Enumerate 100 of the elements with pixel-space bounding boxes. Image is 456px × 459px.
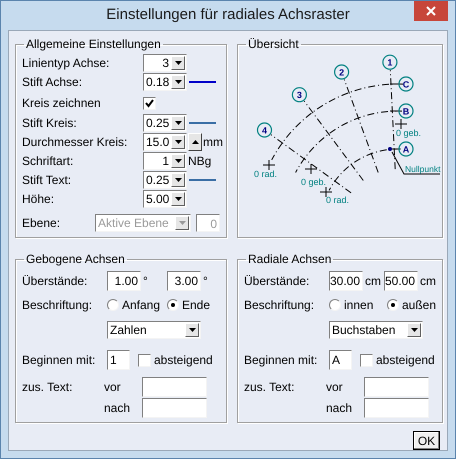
dimension-label: 0 geb.	[396, 128, 422, 138]
dropdown-arrow-icon	[174, 120, 182, 124]
field-label: Schriftart:	[22, 152, 74, 170]
field-label: vor	[326, 379, 344, 396]
unit-label: cm	[420, 273, 436, 290]
dropdown[interactable]: 0.25	[143, 170, 187, 188]
field-label: Linientyp Achse:	[22, 54, 110, 72]
dropdown-arrow-button[interactable]	[185, 323, 199, 337]
dropdown-arrow-icon	[174, 178, 182, 182]
dimension-label: 0 geb.	[301, 177, 326, 187]
group-title: Übersicht	[247, 36, 300, 53]
field-label: nach	[326, 400, 354, 417]
dropdown-arrow-icon	[174, 60, 182, 64]
dropdown-arrow-button[interactable]	[171, 172, 185, 186]
field-label: zus. Text:	[22, 379, 74, 396]
checkbox-option[interactable]: absteigend	[360, 351, 435, 369]
dropdown-arrow-icon	[174, 158, 182, 162]
leader-line	[392, 152, 440, 174]
field-label: Kreis zeichnen	[22, 95, 102, 112]
origin-label: Nullpunkt	[405, 164, 440, 174]
text-field[interactable]	[142, 398, 207, 418]
dropdown-arrow-button[interactable]	[171, 154, 185, 168]
unit-label: cm	[365, 273, 382, 290]
input-field[interactable]: 1.00	[107, 271, 141, 291]
unit-label: NBg	[188, 152, 212, 170]
field-label: Stift Kreis:	[22, 114, 78, 132]
group-title: Radiale Achsen	[247, 251, 332, 268]
dropdown[interactable]: 1	[143, 152, 187, 170]
dropdown-arrow-button[interactable]	[171, 192, 185, 206]
dropdown-arrow-button[interactable]	[407, 323, 421, 337]
input-field[interactable]: 50.00	[384, 271, 418, 291]
field-label: Überstände:	[22, 273, 88, 290]
close-icon	[426, 6, 436, 16]
group-title: Gebogene Achsen	[25, 251, 126, 268]
dropdown-arrow-button[interactable]	[171, 74, 185, 88]
field-label: Stift Achse:	[22, 74, 84, 90]
radio-button[interactable]	[329, 299, 341, 311]
field-label: Durchmesser Kreis:	[22, 134, 128, 150]
radio-button[interactable]	[107, 299, 119, 311]
dimension-label: 0 rad.	[326, 195, 350, 205]
checkbox-option[interactable]: absteigend	[138, 351, 213, 369]
checkbox[interactable]	[143, 96, 156, 110]
input-field[interactable]: A	[329, 350, 352, 370]
input-field[interactable]: 3.00	[167, 271, 201, 291]
field-label: Beginnen mit:	[244, 352, 318, 369]
dropdown-arrow-icon	[178, 221, 186, 225]
field-label: Stift Text:	[22, 172, 72, 188]
group-title: Allgemeine Einstellungen	[25, 36, 162, 53]
dropdown[interactable]: 5.00	[143, 190, 187, 208]
field-label: Beginnen mit:	[22, 352, 96, 369]
up-arrow-icon	[192, 140, 198, 144]
text-field[interactable]	[142, 377, 207, 397]
input-field[interactable]: 30.00	[329, 271, 363, 291]
dropdown-arrow-icon	[174, 196, 182, 200]
unit-label: mm	[203, 134, 223, 150]
field-label: Beschriftung:	[22, 297, 94, 314]
spin-up-button[interactable]	[188, 132, 202, 150]
dropdown[interactable]: Buchstaben	[329, 321, 423, 339]
radio-button[interactable]	[167, 299, 179, 311]
dropdown-arrow-button[interactable]	[171, 116, 185, 130]
dropdown-arrow-button[interactable]	[171, 134, 185, 148]
radio-option[interactable]: innen	[329, 296, 387, 314]
radio-option[interactable]: Anfang	[107, 296, 167, 314]
unit-label: °	[143, 273, 149, 290]
dropdown-arrow-icon	[174, 140, 182, 144]
dropdown[interactable]: 0.25	[143, 114, 187, 132]
field-label: vor	[104, 379, 122, 396]
axis-number-marker: 2	[334, 64, 350, 80]
radio-button[interactable]	[386, 299, 399, 311]
axis-number-marker: 4	[256, 122, 272, 138]
origin-point-icon	[388, 147, 392, 151]
window-title: Einstellungen für radiales Achsraster	[106, 5, 350, 26]
dropdown[interactable]: Zahlen	[107, 321, 201, 339]
field-label: Überstände:	[244, 273, 310, 290]
check-icon	[145, 98, 154, 108]
dropdown-arrow-icon	[410, 328, 418, 332]
axis-number-marker: 1	[382, 54, 398, 70]
radio-option[interactable]: außen	[386, 296, 436, 314]
axis-number-marker: 3	[292, 87, 307, 102]
dropdown-arrow-icon	[188, 328, 196, 332]
ok-button[interactable]: OK	[413, 431, 440, 450]
close-button[interactable]	[414, 1, 448, 21]
field-label: Beschriftung:	[244, 297, 316, 314]
field-label: nach	[104, 400, 132, 417]
text-field[interactable]	[364, 377, 429, 397]
field-label: Höhe:	[22, 190, 56, 208]
checkbox[interactable]	[138, 354, 151, 366]
dropdown[interactable]: 3	[143, 54, 187, 72]
text-field[interactable]	[364, 398, 429, 418]
dropdown-arrow-button[interactable]	[171, 56, 185, 70]
dropdown[interactable]: 0.18	[143, 72, 187, 90]
dropdown-arrow-icon	[174, 80, 182, 84]
dimension-label: 0 rad.	[254, 169, 278, 179]
input-field[interactable]: 1	[107, 350, 130, 370]
unit-label: °	[203, 273, 208, 290]
checkbox[interactable]	[360, 354, 373, 366]
field-label: Ebene:	[22, 215, 62, 232]
dropdown[interactable]: 15.0	[143, 132, 187, 150]
radio-option[interactable]: Ende	[167, 296, 210, 314]
field-label: zus. Text:	[244, 379, 296, 396]
